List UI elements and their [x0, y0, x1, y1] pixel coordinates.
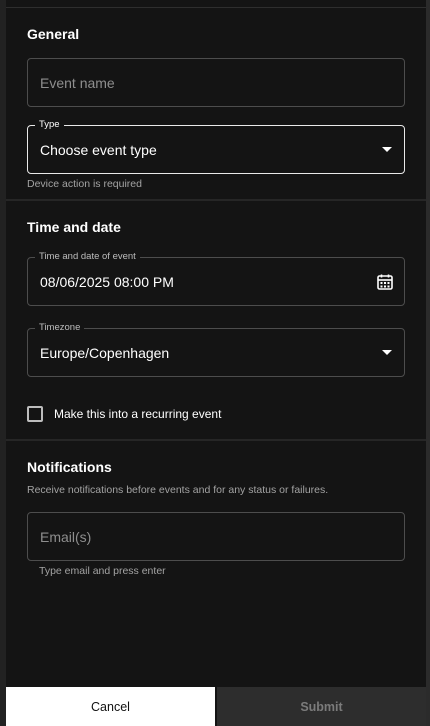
event-form-panel: General Event name Type Choose event typ… [6, 0, 426, 726]
timezone-select[interactable]: Timezone Europe/Copenhagen [27, 322, 405, 377]
event-type-helper: Device action is required [27, 178, 142, 190]
event-type-select[interactable]: Type Choose event type [27, 119, 405, 174]
event-type-value: Choose event type [40, 142, 157, 158]
datetime-legend: Time and date of event [35, 251, 140, 263]
notifications-description: Receive notifications before events and … [27, 484, 329, 496]
timezone-legend: Timezone [35, 322, 85, 334]
recurring-label[interactable]: Make this into a recurring event [54, 407, 221, 421]
submit-button[interactable]: Submit [217, 687, 426, 726]
section-title-general: General [27, 26, 80, 42]
email-placeholder: Email(s) [40, 529, 92, 545]
calendar-icon[interactable] [376, 273, 394, 291]
recurring-checkbox[interactable] [27, 406, 43, 422]
datetime-field[interactable]: Time and date of event 08/06/2025 08:00 … [27, 251, 405, 306]
email-helper: Type email and press enter [39, 565, 166, 577]
event-name-field[interactable]: Event name [27, 58, 405, 107]
chevron-down-icon [382, 147, 392, 152]
recurring-event-option[interactable]: Make this into a recurring event [27, 405, 327, 423]
section-title-notifications: Notifications [27, 459, 112, 475]
datetime-value: 08/06/2025 08:00 PM [40, 274, 174, 290]
section-title-time-and-date: Time and date [27, 219, 121, 235]
section-divider [6, 199, 426, 201]
scrollbar-track[interactable] [426, 0, 430, 726]
panel-top-border [6, 7, 426, 8]
timezone-value: Europe/Copenhagen [40, 345, 170, 361]
chevron-down-icon [382, 350, 392, 355]
section-divider [6, 439, 426, 441]
email-field[interactable]: Email(s) [27, 512, 405, 561]
event-name-placeholder: Event name [40, 75, 115, 91]
event-type-legend: Type [35, 119, 64, 131]
cancel-button[interactable]: Cancel [6, 687, 215, 726]
